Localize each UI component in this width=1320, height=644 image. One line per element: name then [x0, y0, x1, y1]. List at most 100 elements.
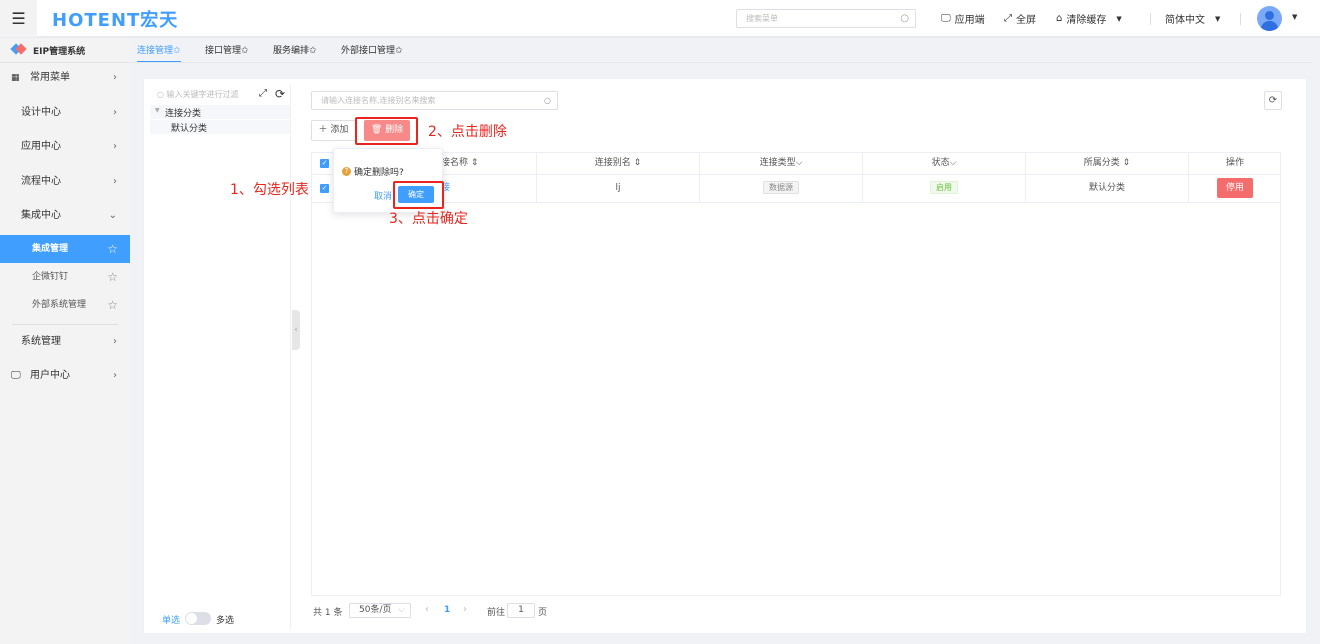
status-cell: 启用 [863, 174, 1026, 202]
sidebar-item-label: 用户中心 [30, 370, 70, 381]
column-header-actions: 操作 [1225, 158, 1244, 168]
column-header-name[interactable]: 连接名称 ⇕ [432, 153, 537, 174]
tree-filter-input[interactable]: ○ 输入关键字进行过滤 [157, 89, 239, 100]
plus-icon: ＋ [318, 125, 331, 135]
sidebar-item-app[interactable]: 应用中心 › [0, 133, 130, 161]
expand-icon[interactable]: ⤢ [259, 88, 267, 99]
sidebar-item-wecom-dingtalk[interactable]: 企微钉钉 ☆ [0, 263, 130, 291]
sidebar-item-integration-manage[interactable]: 集成管理 ☆ [0, 235, 130, 263]
row-checkbox[interactable]: ✓ [320, 184, 329, 193]
sidebar-item-label: 设计中心 [21, 107, 61, 118]
divider [1240, 13, 1241, 25]
caret-down-icon[interactable]: ▼ [1292, 13, 1297, 21]
add-label: 添加 [330, 125, 349, 135]
multi-select-label: 多选 [216, 616, 235, 626]
add-button[interactable]: ＋ 添加 [311, 120, 356, 141]
tab-connection[interactable]: 连接管理✩ [137, 43, 181, 63]
sidebar-item-label: 流程中心 [21, 176, 61, 187]
chevron-right-icon: › [113, 370, 117, 381]
search-placeholder: 请输入连接名称,连接别名来搜索 [321, 96, 436, 105]
search-placeholder: 搜索菜单 [746, 14, 778, 23]
menu-search-input[interactable]: 搜索菜单 ○ [736, 9, 916, 28]
header [0, 0, 1320, 38]
system-logo-icon [10, 43, 27, 55]
annotation-box-confirm [393, 181, 444, 209]
search-icon: ○ [544, 96, 551, 105]
actions-cell: 停用 [1189, 174, 1281, 202]
refresh-icon[interactable]: ⟳ [275, 87, 285, 101]
logo: HOTENT宏天 [52, 10, 179, 31]
column-header-type[interactable]: 连接类型⌵ [700, 153, 863, 174]
sidebar-item-integration[interactable]: 集成中心 ⌄ [0, 202, 130, 230]
app-end-button[interactable]: 🖵 应用端 [941, 11, 985, 26]
chevron-down-icon: ⌄ [108, 210, 117, 221]
connection-type-cell: 数据源 [700, 174, 863, 202]
sidebar-item-flow[interactable]: 流程中心 › [0, 168, 130, 196]
monitor-icon: 🖵 [11, 370, 21, 381]
sidebar-item-design[interactable]: 设计中心 › [0, 99, 130, 127]
current-page[interactable]: 1 [444, 605, 450, 615]
expand-icon: ⤢ [1004, 13, 1012, 24]
divider [0, 62, 130, 63]
page-suffix-label: 页 [538, 608, 548, 618]
connection-search-input[interactable]: 请输入连接名称,连接别名来搜索 ○ [311, 91, 558, 110]
popover-message: 确定删除吗? [354, 168, 404, 178]
tab-orchestration[interactable]: 服务编排✩ [273, 43, 317, 56]
system-name: EIP管理系统 [33, 47, 86, 57]
chevron-right-icon: › [113, 72, 117, 83]
broom-icon: ⌂ [1056, 13, 1063, 24]
chevron-right-icon: › [113, 336, 117, 347]
warning-icon: ? [342, 167, 351, 176]
language-label: 简体中文 [1165, 15, 1205, 26]
column-header-category[interactable]: 所属分类 ⇕ [1026, 153, 1189, 174]
avatar[interactable] [1257, 6, 1282, 31]
sidebar-item-label: 企微钉钉 [32, 272, 69, 282]
tree-panel [150, 84, 291, 629]
connection-name-link[interactable]: 连接 [432, 174, 537, 202]
star-icon[interactable]: ☆ [107, 291, 118, 319]
language-select[interactable]: 简体中文 ▼ [1165, 11, 1221, 27]
select-all-checkbox[interactable]: ✓ [320, 159, 329, 168]
sidebar-item-user[interactable]: 🖵 用户中心 › [0, 362, 130, 390]
tree-node-label: 连接分类 [165, 109, 202, 119]
clear-cache-label: 清除缓存 [1066, 15, 1107, 26]
divider [12, 324, 118, 325]
cancel-button[interactable]: 取消 [374, 189, 392, 202]
prev-page-button[interactable]: ‹ [425, 604, 429, 615]
sidebar-item-label: 外部系统管理 [32, 300, 87, 310]
page-size-select[interactable]: 50条/页 ⌵ [349, 603, 411, 618]
goto-label: 前往 [487, 608, 506, 618]
tree-node-label: 默认分类 [171, 124, 208, 134]
fullscreen-button[interactable]: ⤢ 全屏 [1004, 11, 1036, 26]
tab-external-interface[interactable]: 外部接口管理✩ [341, 43, 403, 56]
tree-node-default[interactable]: 默认分类 [150, 120, 290, 134]
chevron-right-icon: › [113, 107, 117, 118]
tab-bar: 连接管理✩ 接口管理✩ 服务编排✩ 外部接口管理✩ [137, 43, 437, 63]
clear-cache-button[interactable]: ⌂ 清除缓存 ▼ [1056, 11, 1122, 26]
next-page-button[interactable]: › [463, 604, 467, 615]
column-header-status[interactable]: 状态⌵ [863, 153, 1026, 174]
goto-page-input[interactable]: 1 [507, 603, 535, 618]
star-icon[interactable]: ☆ [107, 235, 118, 263]
filter-placeholder: 输入关键字进行过滤 [166, 90, 239, 99]
tree-node-root[interactable]: ▼ 连接分类 [150, 105, 290, 119]
sidebar-item-favorites[interactable]: ▦ 常用菜单 › [0, 64, 130, 92]
tab-interface[interactable]: 接口管理✩ [205, 43, 249, 56]
page-size-value: 50条/页 [359, 605, 392, 615]
caret-down-icon: ▼ [1215, 14, 1221, 23]
refresh-icon: ⟳ [1268, 95, 1278, 106]
column-header-alias[interactable]: 连接别名 ⇕ [537, 153, 700, 174]
sidebar-item-system[interactable]: 系统管理 › [0, 328, 130, 356]
sidebar-item-external-system[interactable]: 外部系统管理 ☆ [0, 291, 130, 319]
refresh-button[interactable]: ⟳ [1264, 91, 1282, 110]
grid-icon: ▦ [11, 73, 20, 83]
connection-alias: lj [537, 174, 700, 202]
chevron-right-icon: › [113, 176, 117, 187]
sidebar-item-label: 常用菜单 [30, 72, 70, 83]
multi-select-toggle[interactable] [185, 612, 211, 625]
type-tag: 数据源 [763, 181, 799, 194]
collapse-handle[interactable]: ‹ [292, 310, 300, 350]
disable-button[interactable]: 停用 [1217, 178, 1253, 198]
menu-toggle-icon[interactable]: ☰ [0, 0, 37, 37]
star-icon[interactable]: ☆ [107, 263, 118, 291]
